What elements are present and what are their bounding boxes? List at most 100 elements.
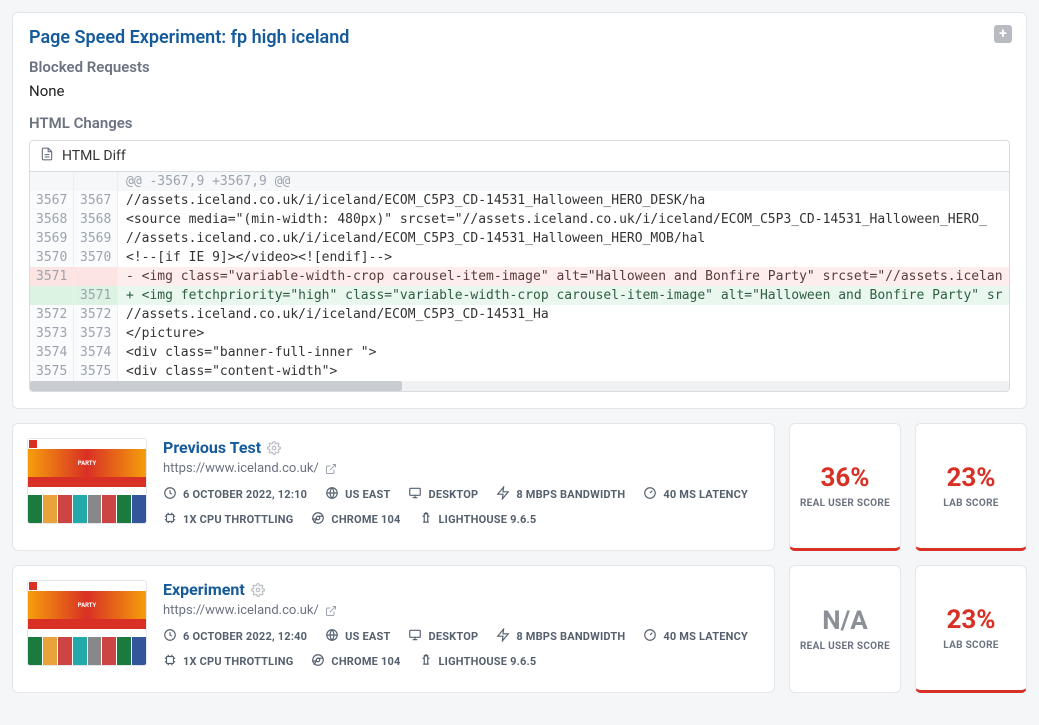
meta-lighthouse-icon <box>419 511 433 528</box>
line-number-old: 3570 <box>30 248 74 267</box>
test-row: PARTY Experiment https://www.iceland.co.… <box>12 565 1027 693</box>
diff-line: 35703570 <!--[if IE 9]></video><![endif]… <box>30 248 1009 267</box>
line-number-old: 3568 <box>30 210 74 229</box>
diff-code: //assets.iceland.co.uk/i/iceland/ECOM_C5… <box>118 191 1009 210</box>
diff-code: <!--[if IE 9]></video><![endif]--> <box>118 248 1009 267</box>
line-number-new: 3570 <box>74 248 118 267</box>
external-link-icon[interactable] <box>325 605 337 617</box>
meta-latency-icon <box>643 628 657 645</box>
line-number-old: 3573 <box>30 324 74 343</box>
line-number-old: 3571 <box>30 267 74 286</box>
line-number-new: 3567 <box>74 191 118 210</box>
meta-region-icon <box>325 486 339 503</box>
real-user-score-value: N/A <box>822 606 867 636</box>
scrollbar-thumb[interactable] <box>30 381 402 391</box>
meta-throttling-icon <box>163 653 177 670</box>
diff-code: + <img fetchpriority="high" class="varia… <box>118 286 1009 305</box>
real-user-score-value: 36% <box>820 463 869 493</box>
meta-date-icon <box>163 628 177 645</box>
horizontal-scrollbar[interactable] <box>30 381 1009 391</box>
meta-date: 6 OCTOBER 2022, 12:40 <box>163 628 307 645</box>
test-url[interactable]: https://www.iceland.co.uk/ <box>163 461 319 476</box>
meta-date: 6 OCTOBER 2022, 12:10 <box>163 486 307 503</box>
diff-code: //assets.iceland.co.uk/i/iceland/ECOM_C5… <box>118 305 1009 324</box>
diff-body[interactable]: ..@@ -3567,9 +3567,9 @@35673567 //assets… <box>30 172 1009 381</box>
add-icon[interactable]: + <box>994 25 1012 43</box>
external-link-icon[interactable] <box>325 463 337 475</box>
diff-code: <div class="banner-full-inner "> <box>118 343 1009 362</box>
meta-lighthouse-icon <box>419 653 433 670</box>
line-number-new: 3568 <box>74 210 118 229</box>
meta-region: US EAST <box>325 628 390 645</box>
test-card[interactable]: PARTY Experiment https://www.iceland.co.… <box>12 565 775 693</box>
lab-score-box[interactable]: 23% LAB SCORE <box>915 423 1027 551</box>
line-number-old: 3574 <box>30 343 74 362</box>
diff-line: 35753575 <div class="content-width"> <box>30 362 1009 381</box>
gear-icon[interactable] <box>251 583 265 597</box>
test-card[interactable]: PARTY Previous Test https://www.iceland.… <box>12 423 775 551</box>
blocked-requests-value: None <box>29 82 1010 100</box>
screenshot-thumbnail[interactable]: PARTY <box>27 438 147 524</box>
meta-device-icon <box>408 486 422 503</box>
line-number-new: 3569 <box>74 229 118 248</box>
meta-device-icon <box>408 628 422 645</box>
meta-lighthouse: LIGHTHOUSE 9.6.5 <box>419 511 537 528</box>
screenshot-thumbnail[interactable]: PARTY <box>27 580 147 666</box>
html-changes-label: HTML Changes <box>29 114 1010 132</box>
lab-score-label: LAB SCORE <box>943 639 998 652</box>
meta-browser: CHROME 104 <box>311 511 400 528</box>
line-number-new: 3572 <box>74 305 118 324</box>
real-user-score-label: REAL USER SCORE <box>800 640 890 653</box>
diff-title: HTML Diff <box>62 148 126 164</box>
diff-line: 35673567 //assets.iceland.co.uk/i/icelan… <box>30 191 1009 210</box>
diff-line: 35743574 <div class="banner-full-inner "… <box>30 343 1009 362</box>
diff-header: HTML Diff <box>30 141 1009 172</box>
diff-code: <div class="content-width"> <box>118 362 1009 381</box>
diff-line: 35693569 //assets.iceland.co.uk/i/icelan… <box>30 229 1009 248</box>
meta-lighthouse: LIGHTHOUSE 9.6.5 <box>419 653 537 670</box>
diff-line: 35723572 //assets.iceland.co.uk/i/icelan… <box>30 305 1009 324</box>
diff-line: 3571.- <img class="variable-width-crop c… <box>30 267 1009 286</box>
diff-container: HTML Diff ..@@ -3567,9 +3567,9 @@3567356… <box>29 140 1010 392</box>
blocked-requests-label: Blocked Requests <box>29 58 1010 76</box>
diff-code: //assets.iceland.co.uk/i/iceland/ECOM_C5… <box>118 229 1009 248</box>
meta-throttling-icon <box>163 511 177 528</box>
document-icon <box>40 147 54 165</box>
diff-line: 35733573 </picture> <box>30 324 1009 343</box>
line-number-old: 3572 <box>30 305 74 324</box>
lab-score-box[interactable]: 23% LAB SCORE <box>915 565 1027 693</box>
diff-code: <source media="(min-width: 480px)" srcse… <box>118 210 1009 229</box>
gear-icon[interactable] <box>267 441 281 455</box>
real-user-score-box[interactable]: 36% REAL USER SCORE <box>789 423 901 551</box>
test-title[interactable]: Experiment <box>163 580 245 599</box>
meta-region: US EAST <box>325 486 390 503</box>
diff-line: .3571+ <img fetchpriority="high" class="… <box>30 286 1009 305</box>
meta-browser-icon <box>311 511 325 528</box>
meta-bandwidth-icon <box>496 628 510 645</box>
meta-device: DESKTOP <box>408 628 478 645</box>
test-title[interactable]: Previous Test <box>163 438 261 457</box>
meta-latency: 40 MS LATENCY <box>643 486 748 503</box>
real-user-score-label: REAL USER SCORE <box>800 497 890 510</box>
line-number-old: . <box>30 286 74 305</box>
lab-score-value: 23% <box>946 605 995 635</box>
meta-throttling: 1X CPU THROTTLING <box>163 511 293 528</box>
meta-bandwidth: 8 MBPS BANDWIDTH <box>496 486 625 503</box>
meta-latency: 40 MS LATENCY <box>643 628 748 645</box>
line-number-old: 3575 <box>30 362 74 381</box>
line-number-new: 3573 <box>74 324 118 343</box>
diff-hunk-header: @@ -3567,9 +3567,9 @@ <box>118 172 1009 191</box>
experiment-card: + Page Speed Experiment: fp high iceland… <box>12 12 1027 409</box>
meta-region-icon <box>325 628 339 645</box>
real-user-score-box[interactable]: N/A REAL USER SCORE <box>789 565 901 693</box>
test-row: PARTY Previous Test https://www.iceland.… <box>12 423 1027 551</box>
experiment-title: Page Speed Experiment: fp high iceland <box>29 27 1010 48</box>
test-url[interactable]: https://www.iceland.co.uk/ <box>163 603 319 618</box>
meta-throttling: 1X CPU THROTTLING <box>163 653 293 670</box>
meta-latency-icon <box>643 486 657 503</box>
line-number-new: 3575 <box>74 362 118 381</box>
line-number-old: 3569 <box>30 229 74 248</box>
line-number-new: 3574 <box>74 343 118 362</box>
meta-browser-icon <box>311 653 325 670</box>
diff-code: - <img class="variable-width-crop carous… <box>118 267 1009 286</box>
